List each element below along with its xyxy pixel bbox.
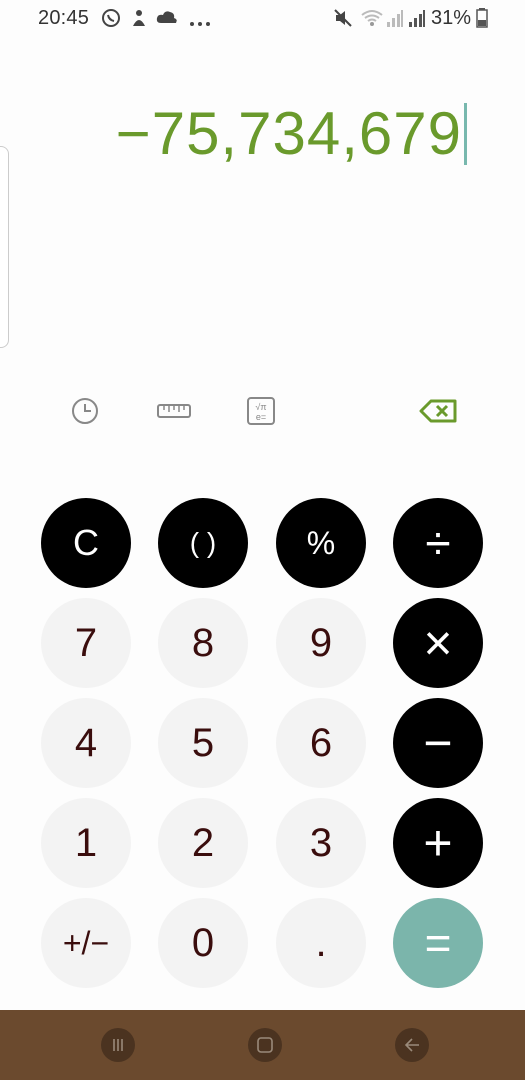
digit-4-button[interactable]: 4 [41, 698, 131, 788]
equals-label: = [424, 917, 452, 969]
svg-text:√π: √π [255, 402, 266, 412]
digit-label: 9 [309, 620, 333, 665]
digit-8-button[interactable]: 8 [158, 598, 248, 688]
home-icon[interactable] [248, 1028, 282, 1062]
multiply-button[interactable]: × [393, 598, 483, 688]
decimal-button[interactable]: . [276, 898, 366, 988]
subtract-button[interactable]: − [393, 698, 483, 788]
digit-6-button[interactable]: 6 [276, 698, 366, 788]
digit-label: 4 [74, 720, 98, 765]
divide-label: ÷ [425, 517, 451, 569]
backspace-icon[interactable] [418, 394, 460, 428]
digit-label: 8 [191, 620, 215, 665]
svg-text:e=: e= [256, 412, 266, 422]
multiply-label: × [423, 615, 453, 671]
digit-label: 0 [191, 920, 215, 965]
scientific-mode-icon[interactable]: √π e= [245, 394, 277, 428]
percent-button[interactable]: % [276, 498, 366, 588]
digit-0-button[interactable]: 0 [158, 898, 248, 988]
status-time: 20:45 [38, 7, 90, 29]
percent-label: % [306, 524, 336, 561]
battery-percent: 31% [431, 7, 472, 29]
signal-icon [386, 8, 404, 33]
mute-icon [333, 8, 353, 33]
negate-label: +/− [62, 924, 110, 961]
parentheses-button[interactable]: ( ) [158, 498, 248, 588]
parentheses-label: ( ) [189, 527, 217, 558]
negate-button[interactable]: +/− [41, 898, 131, 988]
navigation-bar [0, 1010, 525, 1080]
digit-label: 3 [309, 820, 333, 865]
divide-button[interactable]: ÷ [393, 498, 483, 588]
battery-icon [476, 8, 488, 33]
digit-label: 1 [74, 820, 98, 865]
edge-panel-handle[interactable] [0, 146, 9, 348]
recent-apps-icon[interactable] [101, 1028, 135, 1062]
add-button[interactable]: + [393, 798, 483, 888]
decimal-label: . [315, 920, 327, 965]
back-icon[interactable] [395, 1028, 429, 1062]
digit-label: 2 [191, 820, 215, 865]
digit-7-button[interactable]: 7 [41, 598, 131, 688]
signal-icon-2 [408, 8, 426, 33]
clear-button[interactable]: C [41, 498, 131, 588]
digit-label: 5 [191, 720, 215, 765]
equals-button[interactable]: = [393, 898, 483, 988]
digit-1-button[interactable]: 1 [41, 798, 131, 888]
digit-3-button[interactable]: 3 [276, 798, 366, 888]
cloud-icon [156, 8, 178, 31]
status-bar: 20:45 31% [0, 0, 525, 38]
more-dots-icon [189, 14, 211, 32]
clear-label: C [73, 522, 99, 563]
subtract-label: − [423, 715, 453, 771]
expression-text: −75,734,679 [115, 100, 462, 167]
digit-2-button[interactable]: 2 [158, 798, 248, 888]
text-cursor [464, 103, 467, 165]
digit-label: 7 [74, 620, 98, 665]
whatsapp-icon [101, 8, 121, 33]
digit-5-button[interactable]: 5 [158, 698, 248, 788]
notification-icon [129, 8, 149, 33]
add-label: + [423, 815, 453, 871]
digit-label: 6 [309, 720, 333, 765]
digit-9-button[interactable]: 9 [276, 598, 366, 688]
calculator-display[interactable]: −75,734,679 [116, 96, 467, 172]
wifi-icon [360, 8, 384, 33]
history-icon[interactable] [68, 394, 102, 428]
unit-converter-icon[interactable] [155, 394, 193, 428]
